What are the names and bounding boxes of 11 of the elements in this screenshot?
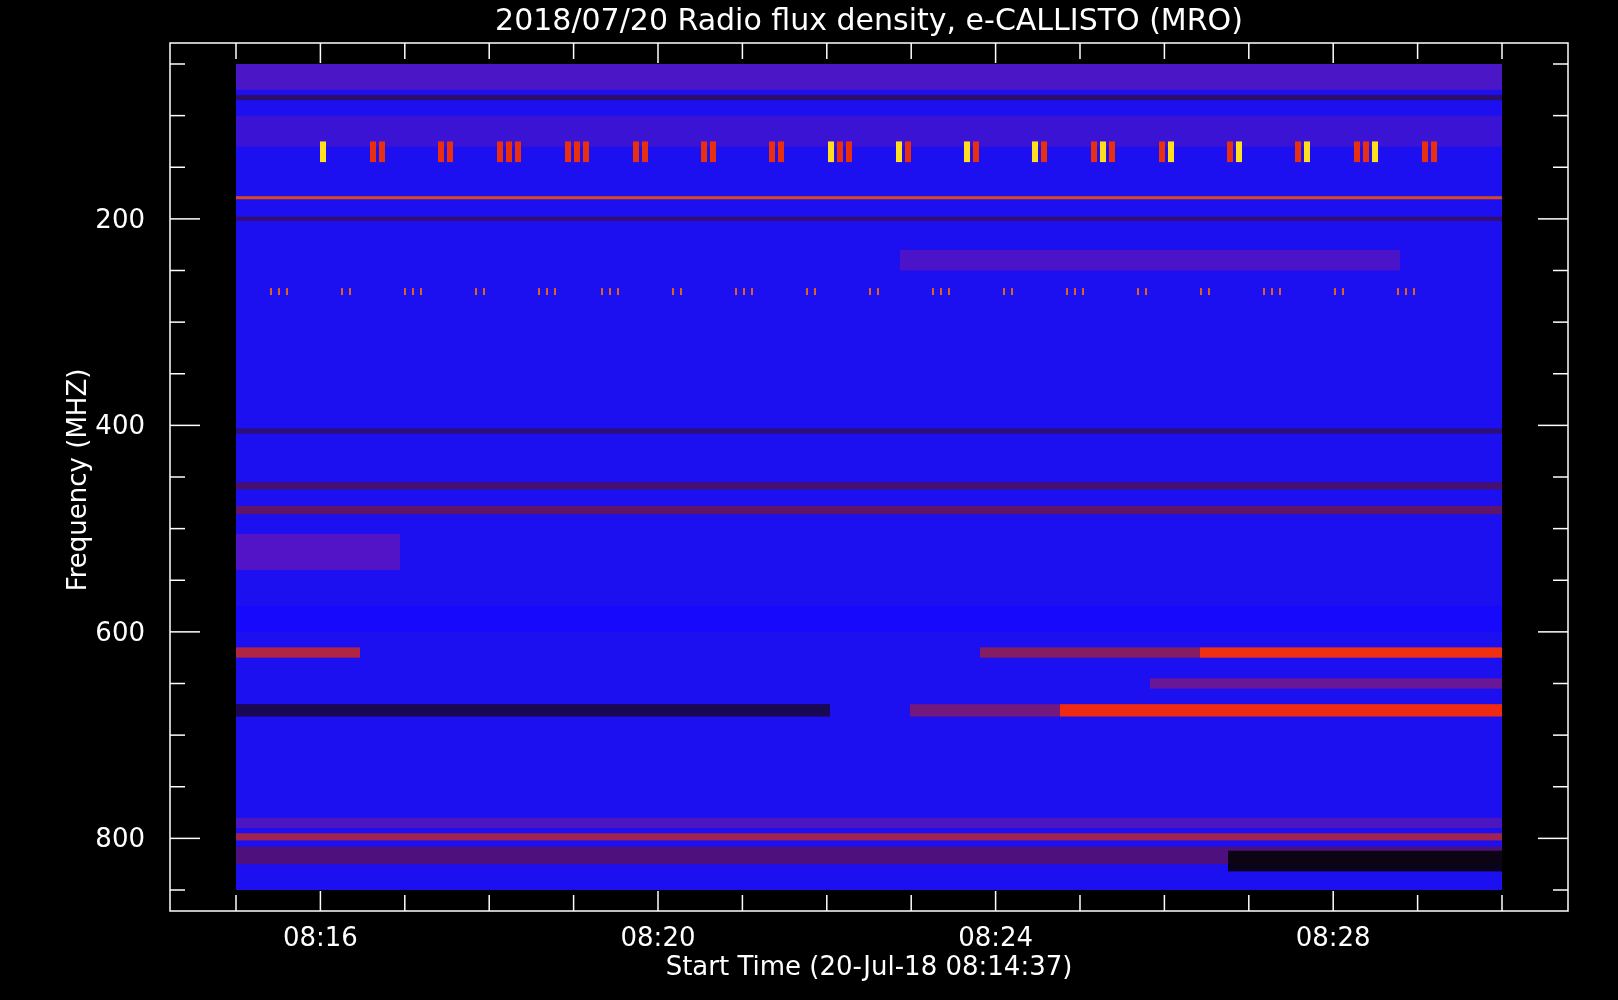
- y-axis-label: Frequency (MHZ): [62, 368, 92, 592]
- y-tick-label: 600: [95, 616, 145, 647]
- x-axis-label: Start Time (20-Jul-18 08:14:37): [665, 951, 1073, 981]
- y-tick-label: 400: [95, 410, 145, 441]
- y-tick-label: 200: [95, 203, 145, 234]
- x-tick-label: 08:24: [958, 922, 1034, 952]
- chart-title: 2018/07/20 Radio flux density, e-CALLISTO (MRO): [495, 2, 1243, 37]
- y-tick-label: 800: [95, 823, 145, 854]
- x-tick-label: 08:16: [282, 922, 358, 952]
- x-tick-label: 08:28: [1295, 922, 1371, 952]
- x-tick-label: 08:20: [620, 922, 696, 952]
